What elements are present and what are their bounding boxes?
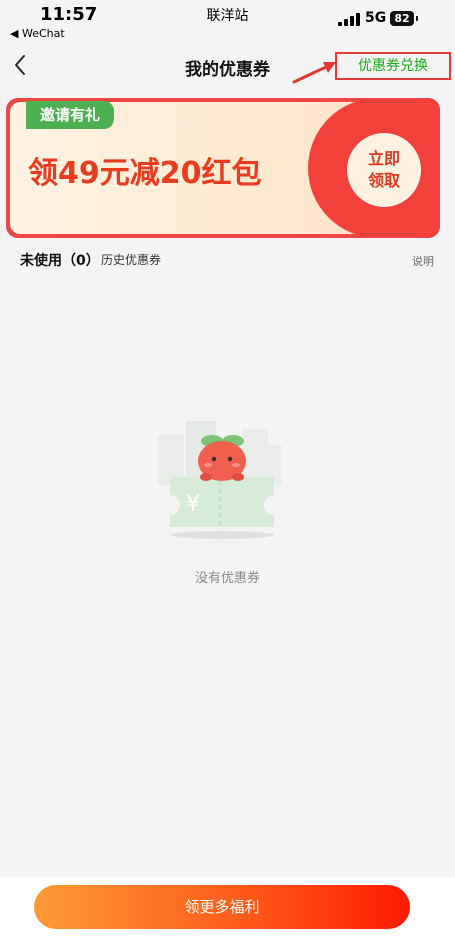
status-bar: 11:57 ◀ WeChat 联洋站 5G 82 — [0, 0, 455, 44]
banner-offer-text: 领49元减20红包 — [28, 156, 262, 191]
network-label: 5G — [365, 10, 387, 26]
signal-icon — [338, 13, 360, 26]
tab-unused[interactable]: 未使用（0） — [20, 250, 100, 270]
status-carrier: 联洋站 — [206, 8, 249, 24]
empty-state-text: 没有优惠券 — [194, 571, 260, 586]
nav-bar: 我的优惠券 优惠券兑换 — [0, 44, 455, 88]
claim-now-button[interactable]: 立即领取 — [347, 133, 421, 207]
invite-tag: 邀请有礼 — [26, 101, 114, 129]
annotation-arrow-icon — [292, 62, 336, 84]
empty-coupon-icon: ¥ — [158, 421, 282, 539]
claim-now-label: 立即领取 — [367, 149, 400, 190]
back-to-app-link[interactable]: ◀ WeChat — [10, 27, 65, 40]
battery-icon: 82 — [390, 11, 418, 26]
coupon-tabs: 未使用（0） 历史优惠券 说明 — [0, 250, 455, 272]
more-benefits-button[interactable]: 领更多福利 — [34, 885, 410, 929]
coupon-exchange-button[interactable]: 优惠券兑换 — [335, 52, 451, 80]
svg-text:¥: ¥ — [186, 492, 200, 517]
tab-history[interactable]: 历史优惠券 — [101, 251, 161, 268]
explain-link[interactable]: 说明 — [412, 253, 434, 269]
